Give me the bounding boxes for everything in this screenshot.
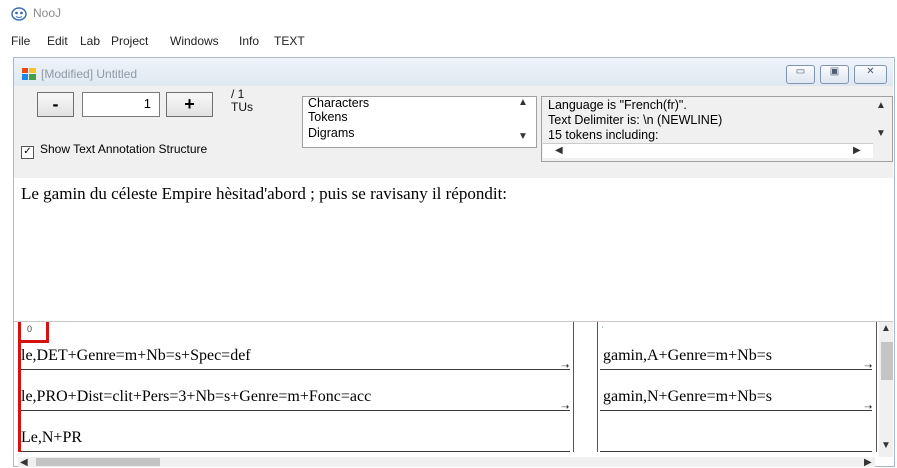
annotation-line	[600, 369, 872, 370]
menu-project[interactable]: Project	[111, 34, 148, 48]
document-titlebar	[14, 58, 893, 86]
info-scroll-right-icon[interactable]: ▶	[853, 145, 861, 156]
info-delimiter: Text Delimiter is: \n (NEWLINE)	[548, 113, 723, 127]
column-divider-2	[597, 322, 598, 452]
annotation-index: 0	[27, 324, 33, 334]
menu-lab[interactable]: Lab	[80, 34, 100, 48]
show-annotation-checkbox[interactable]: ✓ Show Text Annotation Structure	[21, 142, 207, 159]
menu-edit[interactable]: Edit	[47, 34, 68, 48]
annotation-line	[21, 369, 570, 370]
tu-total: / 1 TUs	[231, 88, 253, 114]
annotation-line	[21, 410, 570, 411]
info-scroll-left-icon[interactable]: ◀	[555, 145, 563, 156]
list-scroll-up-icon[interactable]: ▲	[518, 97, 528, 108]
annotation-item[interactable]: gamin,N+Genre=m+Nb=s	[603, 388, 772, 406]
annotation-marker-bottom	[18, 340, 48, 343]
annotation-vscroll-thumb[interactable]	[881, 342, 893, 380]
scroll-up-icon[interactable]: ▲	[881, 323, 891, 334]
menu-file[interactable]: File	[11, 34, 30, 48]
scroll-down-icon[interactable]: ▼	[881, 440, 891, 451]
annotation-line	[600, 410, 872, 411]
annotation-arrow-icon: ➝	[561, 402, 570, 413]
column2-marker-icon: ˌ	[601, 318, 604, 328]
document-title: [Modified] Untitled	[41, 67, 138, 81]
column-divider-3	[876, 322, 877, 452]
maximize-icon: ▣	[829, 66, 840, 77]
annotation-arrow-icon: ➝	[864, 402, 873, 413]
app-title: NooJ	[33, 6, 62, 20]
info-scroll-up-icon[interactable]: ▲	[876, 100, 886, 111]
view-option-characters[interactable]: Characters	[308, 96, 369, 110]
scroll-left-icon[interactable]: ◀	[20, 457, 28, 468]
column-divider-1	[573, 322, 574, 452]
show-annotation-label: Show Text Annotation Structure	[40, 142, 208, 156]
menu-text[interactable]: TEXT	[274, 34, 305, 48]
minimize-icon: ▭	[795, 66, 806, 77]
annotation-line	[21, 451, 570, 452]
info-scroll-down-icon[interactable]: ▼	[876, 128, 886, 139]
menu-windows[interactable]: Windows	[170, 34, 219, 48]
checkbox-checked-icon: ✓	[21, 146, 34, 159]
info-token-count: 15 tokens including:	[548, 128, 659, 142]
tu-unit-label: TUs	[231, 100, 253, 114]
annotation-hscroll-thumb[interactable]	[36, 458, 160, 466]
info-language: Language is "French(fr)".	[548, 98, 687, 112]
next-tu-button[interactable]: +	[166, 92, 213, 117]
annotation-item[interactable]: gamin,A+Genre=m+Nb=s	[603, 347, 772, 365]
document-icon	[22, 67, 36, 80]
nooj-logo-icon	[11, 7, 27, 21]
maximize-button[interactable]: ▣	[820, 65, 849, 84]
annotation-item[interactable]: Le,N+PR	[21, 429, 82, 447]
scroll-right-icon[interactable]: ▶	[864, 457, 872, 468]
annotation-item[interactable]: le,DET+Genre=m+Nb=s+Spec=def	[21, 347, 251, 365]
close-icon: ✕	[866, 66, 875, 77]
list-scroll-down-icon[interactable]: ▼	[518, 131, 528, 142]
previous-tu-button[interactable]: -	[37, 92, 74, 117]
annotation-item[interactable]: le,PRO+Dist=clit+Pers=3+Nb=s+Genre=m+Fon…	[21, 388, 371, 406]
app-titlebar	[0, 0, 897, 28]
view-option-tokens[interactable]: Tokens	[308, 110, 348, 124]
annotation-line	[600, 451, 872, 452]
menu-info[interactable]: Info	[239, 34, 259, 48]
info-hscroll[interactable]	[543, 143, 873, 158]
tu-number-value: 1	[143, 96, 151, 111]
annotation-arrow-icon: ➝	[864, 361, 873, 372]
minimize-button[interactable]: ▭	[786, 65, 815, 84]
view-option-digrams[interactable]: Digrams	[308, 126, 355, 140]
close-button[interactable]: ✕	[854, 65, 887, 84]
text-content: Le gamin du céleste Empire hèsitad'abord…	[21, 184, 508, 203]
annotation-arrow-icon: ➝	[561, 361, 570, 372]
tu-number-input[interactable]: 1	[82, 92, 160, 117]
annotation-marker-right	[46, 322, 49, 343]
